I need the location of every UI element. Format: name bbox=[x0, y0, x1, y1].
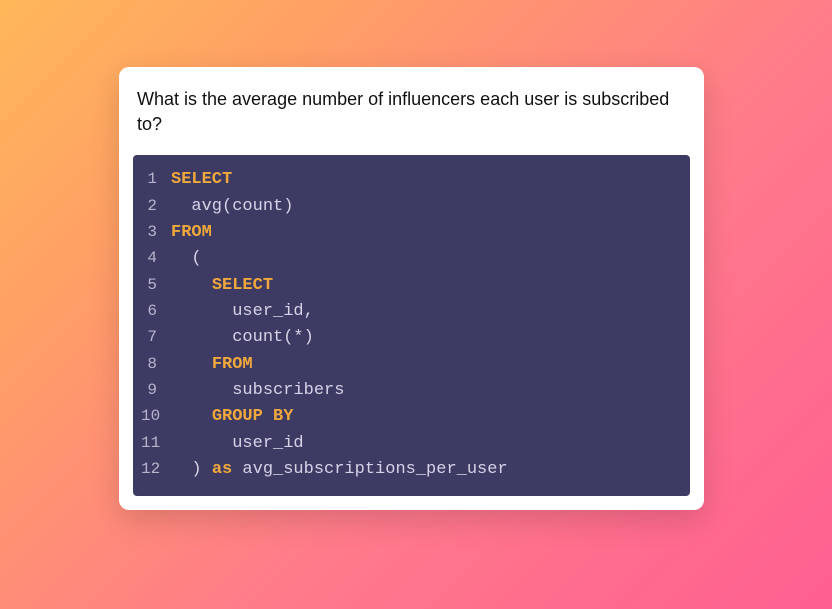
code-line: 4 ( bbox=[133, 246, 690, 272]
code-content: ( bbox=[171, 246, 202, 272]
line-number: 3 bbox=[141, 220, 171, 245]
code-line: 6 user_id, bbox=[133, 299, 690, 325]
code-content: ) as avg_subscriptions_per_user bbox=[171, 457, 508, 483]
code-line: 7 count(*) bbox=[133, 325, 690, 351]
line-number: 9 bbox=[141, 378, 171, 403]
code-line: 11 user_id bbox=[133, 431, 690, 457]
code-content: FROM bbox=[171, 352, 253, 378]
code-content: subscribers bbox=[171, 378, 344, 404]
line-number: 1 bbox=[141, 167, 171, 192]
code-content: SELECT bbox=[171, 273, 273, 299]
code-content: count(*) bbox=[171, 325, 314, 351]
line-number: 10 bbox=[141, 404, 171, 429]
code-line: 12 ) as avg_subscriptions_per_user bbox=[133, 457, 690, 483]
line-number: 4 bbox=[141, 246, 171, 271]
code-line: 9 subscribers bbox=[133, 378, 690, 404]
code-content: user_id, bbox=[171, 299, 314, 325]
line-number: 5 bbox=[141, 273, 171, 298]
code-content: GROUP BY bbox=[171, 404, 293, 430]
query-card: What is the average number of influencer… bbox=[119, 67, 704, 510]
code-content: FROM bbox=[171, 220, 212, 246]
line-number: 12 bbox=[141, 457, 171, 482]
code-line: 2 avg(count) bbox=[133, 194, 690, 220]
code-content: avg(count) bbox=[171, 194, 293, 220]
code-content: SELECT bbox=[171, 167, 232, 193]
code-line: 1SELECT bbox=[133, 167, 690, 193]
line-number: 2 bbox=[141, 194, 171, 219]
line-number: 7 bbox=[141, 325, 171, 350]
code-line: 5 SELECT bbox=[133, 273, 690, 299]
question-text: What is the average number of influencer… bbox=[133, 81, 690, 155]
line-number: 6 bbox=[141, 299, 171, 324]
code-content: user_id bbox=[171, 431, 304, 457]
line-number: 11 bbox=[141, 431, 171, 456]
code-line: 8 FROM bbox=[133, 352, 690, 378]
code-line: 10 GROUP BY bbox=[133, 404, 690, 430]
code-line: 3FROM bbox=[133, 220, 690, 246]
line-number: 8 bbox=[141, 352, 171, 377]
sql-code-block[interactable]: 1SELECT2 avg(count)3FROM4 (5 SELECT6 use… bbox=[133, 155, 690, 495]
